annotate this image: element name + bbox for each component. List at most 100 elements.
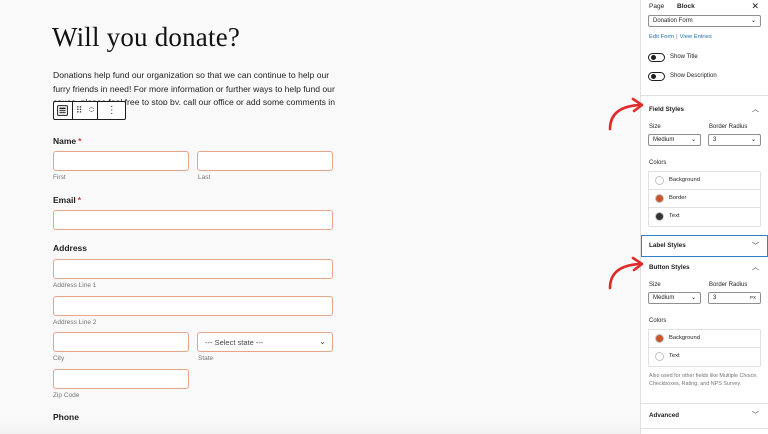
chevron-down-icon: ⌄ — [690, 137, 696, 143]
link-separator: | — [676, 34, 678, 40]
first-name-input[interactable] — [53, 151, 189, 171]
chevron-down-icon: ⌄ — [750, 137, 756, 143]
field-radius-input[interactable]: 3 ⌄ — [708, 134, 761, 146]
chevron-down-icon: ⌄ — [690, 295, 696, 301]
intro-paragraph[interactable]: Donations help fund our organization so … — [53, 69, 338, 105]
first-sublabel: First — [53, 174, 66, 181]
address-line1-input[interactable] — [53, 259, 333, 279]
chevron-down-icon: ⌄ — [750, 18, 756, 24]
city-sublabel: City — [53, 355, 65, 362]
canvas-fade — [0, 420, 640, 434]
color-label: Text — [669, 353, 680, 359]
block-toolbar: ⠿ ︿ ﹀ ⋮ — [53, 101, 126, 120]
address-line2-sublabel: Address Line 2 — [53, 319, 97, 326]
more-options-icon[interactable]: ⋮ — [98, 102, 125, 119]
field-size-label: Size — [649, 124, 661, 130]
show-description-label: Show Description — [670, 73, 717, 79]
button-colors-list: Background Text — [648, 329, 761, 367]
chevron-up-icon: ︿ — [752, 264, 759, 271]
button-styles-heading: Button Styles — [649, 264, 690, 271]
button-colors-label: Colors — [649, 318, 667, 324]
border-swatch — [655, 194, 664, 203]
move-down-icon[interactable]: ﹀ — [88, 111, 94, 117]
form-select-value: Donation Form — [653, 18, 693, 24]
name-label-text: Name — [53, 136, 77, 146]
button-size-select[interactable]: Medium ⌄ — [648, 292, 701, 304]
state-sublabel: State — [198, 355, 214, 362]
show-description-toggle[interactable] — [648, 72, 665, 81]
name-label: Name * — [53, 136, 81, 146]
edit-form-link[interactable]: Edit Form — [649, 34, 674, 40]
address-line1-sublabel: Address Line 1 — [53, 282, 97, 289]
button-radius-value: 3 — [713, 295, 717, 301]
email-label-text: Email — [53, 195, 76, 205]
form-block-icon — [57, 105, 69, 116]
last-name-input[interactable] — [197, 151, 333, 171]
field-colors-list: Background Border Text — [648, 171, 761, 227]
email-input[interactable] — [53, 210, 333, 230]
tab-block[interactable]: Block — [677, 3, 695, 10]
zip-sublabel: Zip Code — [53, 392, 80, 399]
divider — [641, 95, 768, 96]
chevron-down-icon: ⌄ — [319, 337, 326, 346]
background-swatch — [655, 334, 664, 343]
drag-handle-icon[interactable]: ⠿ — [73, 102, 86, 119]
last-sublabel: Last — [198, 174, 211, 181]
sidebar-tabs: Page Block ✕ — [641, 0, 768, 14]
text-swatch — [655, 212, 664, 221]
form-select[interactable]: Donation Form ⌄ — [648, 15, 761, 27]
field-color-text[interactable]: Text — [649, 208, 760, 226]
address-label: Address — [53, 243, 88, 253]
button-radius-label: Border Radius — [709, 282, 748, 288]
button-size-label: Size — [649, 282, 661, 288]
button-styles-note: Also used for other fields like Multiple… — [649, 373, 758, 387]
move-buttons: ︿ ﹀ — [86, 102, 99, 119]
city-input[interactable] — [53, 332, 189, 352]
field-color-background[interactable]: Background — [649, 172, 760, 190]
page-title[interactable]: Will you donate? — [52, 22, 240, 53]
chevron-up-icon: ︿ — [752, 106, 759, 113]
text-swatch — [655, 352, 664, 361]
address-line2-input[interactable] — [53, 296, 333, 316]
annotation-arrow-icon — [608, 256, 644, 290]
label-styles-heading: Label Styles — [649, 242, 686, 249]
label-styles-panel-header[interactable]: Label Styles ﹀ — [641, 235, 768, 257]
color-label: Background — [669, 335, 700, 341]
form-links: Edit Form | View Entries — [649, 34, 712, 40]
field-radius-value: 3 — [713, 137, 717, 143]
annotation-arrow-icon — [608, 97, 644, 131]
field-size-select[interactable]: Medium ⌄ — [648, 134, 701, 146]
view-entries-link[interactable]: View Entries — [680, 34, 712, 40]
button-size-value: Medium — [653, 295, 675, 301]
state-select[interactable]: --- Select state --- ⌄ — [197, 332, 333, 352]
field-styles-heading: Field Styles — [649, 106, 684, 113]
button-color-text[interactable]: Text — [649, 348, 760, 366]
email-required-mark: * — [77, 195, 81, 205]
field-color-border[interactable]: Border — [649, 190, 760, 208]
chevron-down-icon: ﹀ — [752, 243, 759, 250]
field-colors-label: Colors — [649, 160, 667, 166]
divider — [641, 428, 768, 429]
form-block-button[interactable] — [54, 102, 73, 119]
chevron-down-icon: ﹀ — [752, 412, 759, 419]
color-label: Text — [669, 213, 680, 219]
background-swatch — [655, 176, 664, 185]
button-color-background[interactable]: Background — [649, 330, 760, 348]
show-title-label: Show Title — [670, 54, 698, 60]
color-label: Background — [669, 177, 700, 183]
name-required-mark: * — [78, 136, 82, 146]
field-size-value: Medium — [653, 137, 675, 143]
unit-label: PX — [749, 295, 756, 300]
close-icon[interactable]: ✕ — [751, 1, 759, 12]
color-label: Border — [669, 195, 687, 201]
divider — [641, 403, 768, 404]
state-select-value: --- Select state --- — [205, 337, 264, 347]
advanced-heading: Advanced — [649, 412, 680, 419]
button-radius-input[interactable]: 3 PX — [708, 292, 761, 304]
show-title-toggle[interactable] — [648, 53, 665, 62]
tab-page[interactable]: Page — [649, 3, 664, 10]
email-label: Email * — [53, 195, 81, 205]
field-radius-label: Border Radius — [709, 124, 748, 130]
zip-input[interactable] — [53, 369, 189, 389]
editor-canvas: Will you donate? Donations help fund our… — [0, 0, 640, 434]
